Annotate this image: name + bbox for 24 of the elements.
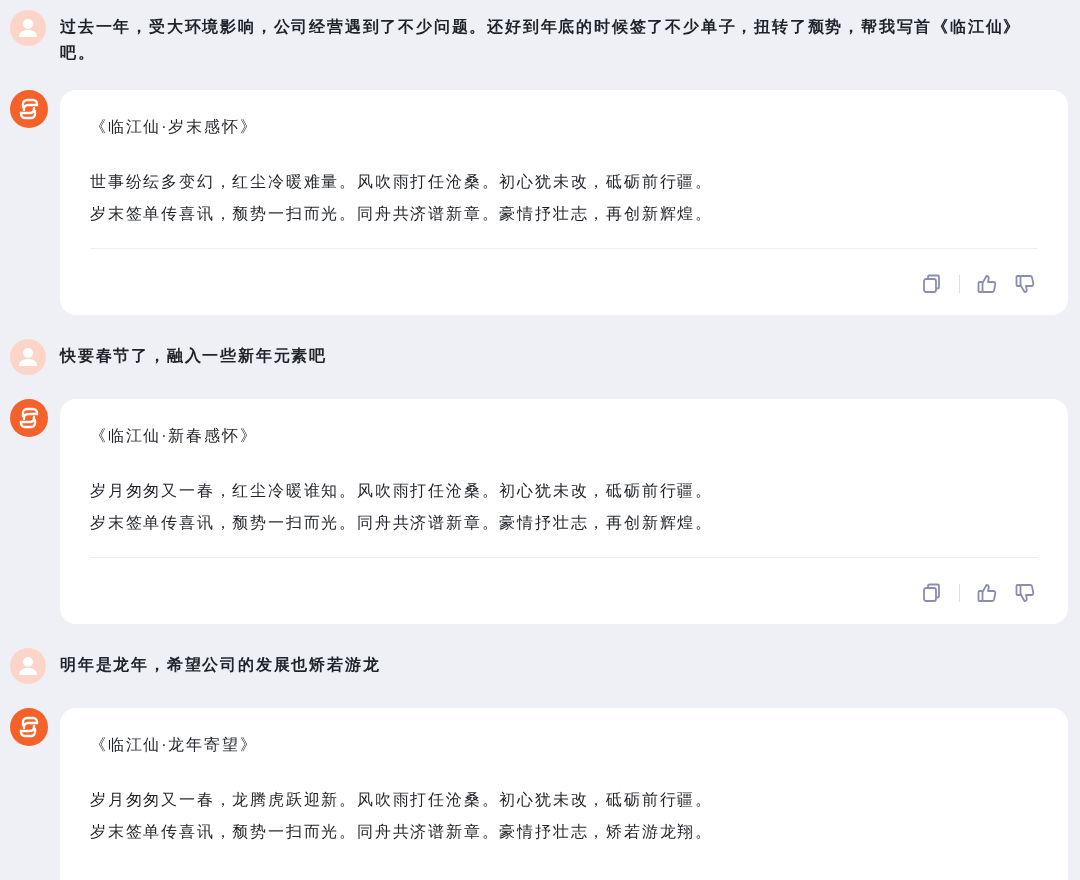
- thumbs-up-icon[interactable]: [976, 582, 998, 604]
- poem-line: 岁月匆匆又一春，龙腾虎跃迎新。风吹雨打任沧桑。初心犹未改，砥砺前行疆。: [90, 790, 714, 810]
- user-message: 快要春节了，融入一些新年元素吧: [60, 346, 328, 366]
- poem-line: 世事纷纭多变幻，红尘冷暖难量。风吹雨打任沧桑。初心犹未改，砥砺前行疆。: [90, 172, 714, 192]
- poem-line: 岁月匆匆又一春，红尘冷暖谁知。风吹雨打任沧桑。初心犹未改，砥砺前行疆。: [90, 481, 714, 501]
- poem-title: 《临江仙·龙年寄望》: [90, 735, 259, 755]
- thumbs-down-icon[interactable]: [1014, 582, 1036, 604]
- user-avatar-icon: [10, 339, 46, 375]
- bot-avatar-icon: [10, 708, 48, 746]
- copy-icon[interactable]: [921, 273, 943, 295]
- user-message: 过去一年，受大环境影响，公司经营遇到了不少问题。还好到年底的时候签了不少单子，扭转了颓势，帮我写首《临江仙》吧。: [60, 17, 1023, 63]
- poem-line: 岁末签单传喜讯，颓势一扫而光。同舟共济谱新章。豪情抒壮志，再创新辉煌。: [90, 513, 714, 533]
- thumbs-down-icon[interactable]: [1014, 273, 1036, 295]
- bot-avatar-icon: [10, 399, 48, 437]
- poem-title: 《临江仙·岁末感怀》: [90, 117, 259, 137]
- user-avatar-icon: [10, 648, 46, 684]
- poem-title: 《临江仙·新春感怀》: [90, 426, 259, 446]
- copy-icon[interactable]: [921, 582, 943, 604]
- poem-line: 岁末签单传喜讯，颓势一扫而光。同舟共济谱新章。豪情抒壮志，再创新辉煌。: [90, 204, 714, 224]
- user-message: 明年是龙年，希望公司的发展也矫若游龙: [60, 655, 382, 675]
- bot-avatar-icon: [10, 90, 48, 128]
- thumbs-up-icon[interactable]: [976, 273, 998, 295]
- user-avatar-icon: [10, 10, 46, 46]
- poem-line: 岁末签单传喜讯，颓势一扫而光。同舟共济谱新章。豪情抒壮志，矫若游龙翔。: [90, 822, 714, 842]
